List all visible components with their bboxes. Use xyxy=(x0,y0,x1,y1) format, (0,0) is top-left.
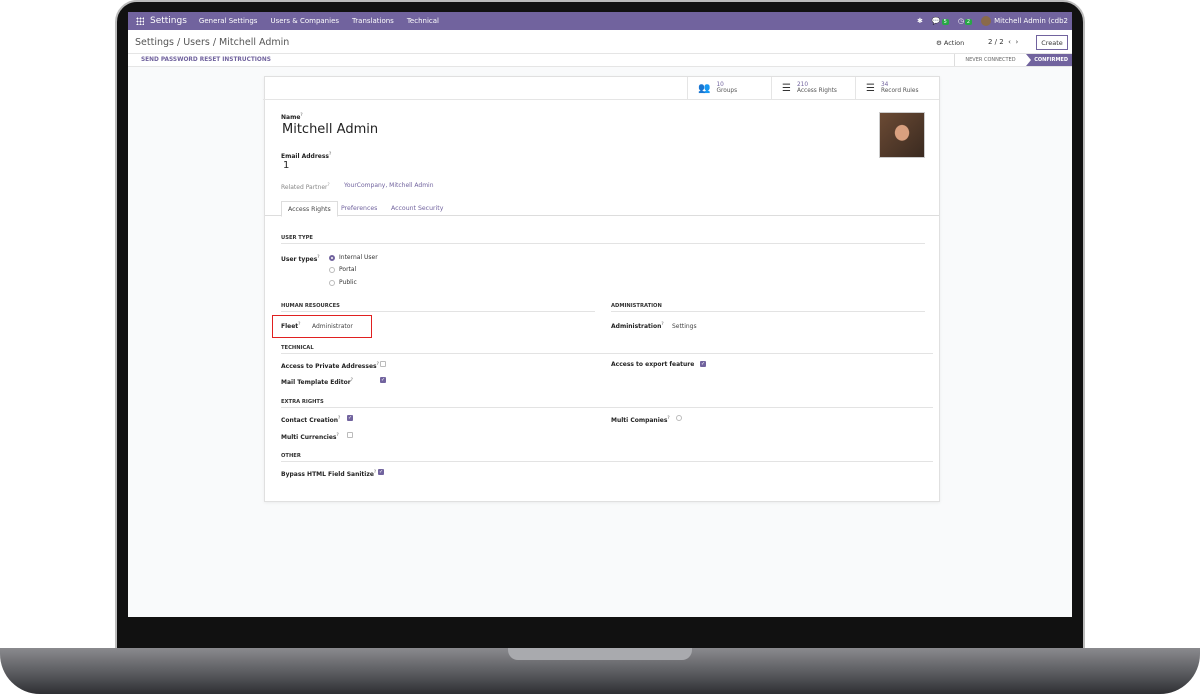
app-name[interactable]: Settings xyxy=(150,16,187,26)
private-addresses-label: Access to Private Addresses? xyxy=(281,361,379,370)
chat-icon: 💬 xyxy=(931,17,941,25)
mail-template-checkbox[interactable]: ✓ xyxy=(380,377,386,383)
fleet-select[interactable]: Administrator xyxy=(312,323,353,330)
radio-icon xyxy=(329,279,335,286)
access-rights-label: Access Rights xyxy=(796,88,837,94)
multi-currencies-checkbox[interactable] xyxy=(347,432,353,438)
status-confirmed[interactable]: CONFIRMED xyxy=(1026,54,1072,66)
messages-button[interactable]: 💬 5 xyxy=(932,17,949,25)
email-label: Email Address? xyxy=(281,151,332,160)
record-rules-button[interactable]: ☰ 34 Record Rules xyxy=(855,77,939,99)
action-button[interactable]: ⚙ Action xyxy=(936,39,964,47)
chevron-left-icon[interactable]: ‹ xyxy=(1008,38,1011,46)
menu-technical[interactable]: Technical xyxy=(407,17,439,25)
top-navbar: Settings General Settings Users & Compan… xyxy=(128,12,1072,30)
tabs: Access Rights Preferences Account Securi… xyxy=(265,201,939,217)
bug-icon[interactable]: ✱ xyxy=(917,17,923,25)
radio-portal[interactable]: Portal xyxy=(329,266,356,273)
access-rights-button[interactable]: ☰ 210 Access Rights xyxy=(771,77,855,99)
create-button[interactable]: Create xyxy=(1036,35,1068,50)
activities-button[interactable]: ◷ 2 xyxy=(957,17,973,25)
laptop-notch xyxy=(508,648,692,660)
private-addresses-checkbox[interactable] xyxy=(380,361,386,367)
chevron-right-icon[interactable]: › xyxy=(1015,38,1018,46)
multi-companies-checkbox[interactable] xyxy=(676,415,682,421)
groups-label: Groups xyxy=(716,88,738,94)
related-partner-link[interactable]: YourCompany, Mitchell Admin xyxy=(344,182,434,189)
users-icon: 👥 xyxy=(698,82,711,94)
bypass-html-label: Bypass HTML Field Sanitize? xyxy=(281,469,377,478)
administration-label: Administration? xyxy=(611,321,664,330)
groups-button[interactable]: 👥 10 Groups xyxy=(687,77,771,99)
menu-users-companies[interactable]: Users & Companies xyxy=(270,17,339,25)
user-photo[interactable] xyxy=(879,112,925,158)
messages-badge: 5 xyxy=(941,19,949,25)
user-types-label: User types? xyxy=(281,254,320,263)
status-never-connected[interactable]: NEVER CONNECTED xyxy=(954,54,1026,66)
section-technical: TECHNICAL xyxy=(281,345,933,354)
screen: Settings General Settings Users & Compan… xyxy=(128,12,1072,617)
menu-general-settings[interactable]: General Settings xyxy=(199,17,258,25)
record-rules-label: Record Rules xyxy=(880,88,919,94)
user-menu[interactable]: Mitchell Admin (cdb2 xyxy=(981,16,1068,26)
smart-buttons: 👥 10 Groups ☰ 210 Access Rights ☰ 34 Record Ru… xyxy=(263,77,939,100)
section-human-resources: HUMAN RESOURCES xyxy=(281,303,595,312)
user-name: Mitchell Admin (cdb2 xyxy=(994,17,1068,25)
administration-select[interactable]: Settings xyxy=(672,323,697,330)
activities-badge: 2 xyxy=(964,19,973,25)
section-extra-rights: EXTRA RIGHTS xyxy=(281,399,933,408)
related-partner-label: Related Partner? xyxy=(281,182,330,191)
radio-checked-icon xyxy=(329,254,335,261)
list-icon: ☰ xyxy=(866,82,875,94)
list-icon: ☰ xyxy=(782,82,791,94)
contact-creation-checkbox[interactable]: ✓ xyxy=(347,415,353,421)
tab-preferences[interactable]: Preferences xyxy=(335,201,383,216)
bypass-html-checkbox[interactable]: ✓ xyxy=(378,469,384,475)
fleet-label: Fleet? xyxy=(281,321,301,330)
tab-access-rights[interactable]: Access Rights xyxy=(281,201,338,217)
section-other: OTHER xyxy=(281,453,933,462)
pager: 2 / 2 ‹ › xyxy=(988,38,1018,46)
form-sheet: 👥 10 Groups ☰ 210 Access Rights ☰ 34 Record Ru… xyxy=(263,76,940,502)
name-label: Name? xyxy=(281,112,303,121)
avatar xyxy=(981,16,992,26)
breadcrumb[interactable]: Settings / Users / Mitchell Admin xyxy=(135,37,289,48)
radio-internal-user[interactable]: Internal User xyxy=(329,254,378,261)
contact-creation-label: Contact Creation? xyxy=(281,415,341,424)
multi-companies-label: Multi Companies? xyxy=(611,415,670,424)
email-field[interactable]: 1 xyxy=(283,160,289,171)
action-label: Action xyxy=(943,39,965,47)
name-field[interactable]: Mitchell Admin xyxy=(282,122,378,137)
apps-grid-icon[interactable] xyxy=(136,17,144,25)
radio-icon xyxy=(329,266,335,273)
status-bar: SEND PASSWORD RESET INSTRUCTIONS NEVER C… xyxy=(128,54,1072,67)
multi-currencies-label: Multi Currencies? xyxy=(281,432,339,441)
export-label: Access to export feature xyxy=(611,361,695,368)
tab-account-security[interactable]: Account Security xyxy=(385,201,449,216)
export-checkbox[interactable]: ✓ xyxy=(700,361,706,367)
radio-public[interactable]: Public xyxy=(329,279,357,286)
gear-icon: ⚙ xyxy=(936,39,942,47)
mail-template-label: Mail Template Editor? xyxy=(281,377,353,386)
control-panel: Settings / Users / Mitchell Admin ⚙ Acti… xyxy=(128,30,1072,54)
send-reset-button[interactable]: SEND PASSWORD RESET INSTRUCTIONS xyxy=(141,57,271,63)
section-user-type: USER TYPE xyxy=(281,235,925,244)
section-administration: ADMINISTRATION xyxy=(611,303,925,312)
clock-icon: ◷ xyxy=(957,17,964,25)
menu-translations[interactable]: Translations xyxy=(352,17,394,25)
pager-value: 2 / 2 xyxy=(988,38,1004,46)
